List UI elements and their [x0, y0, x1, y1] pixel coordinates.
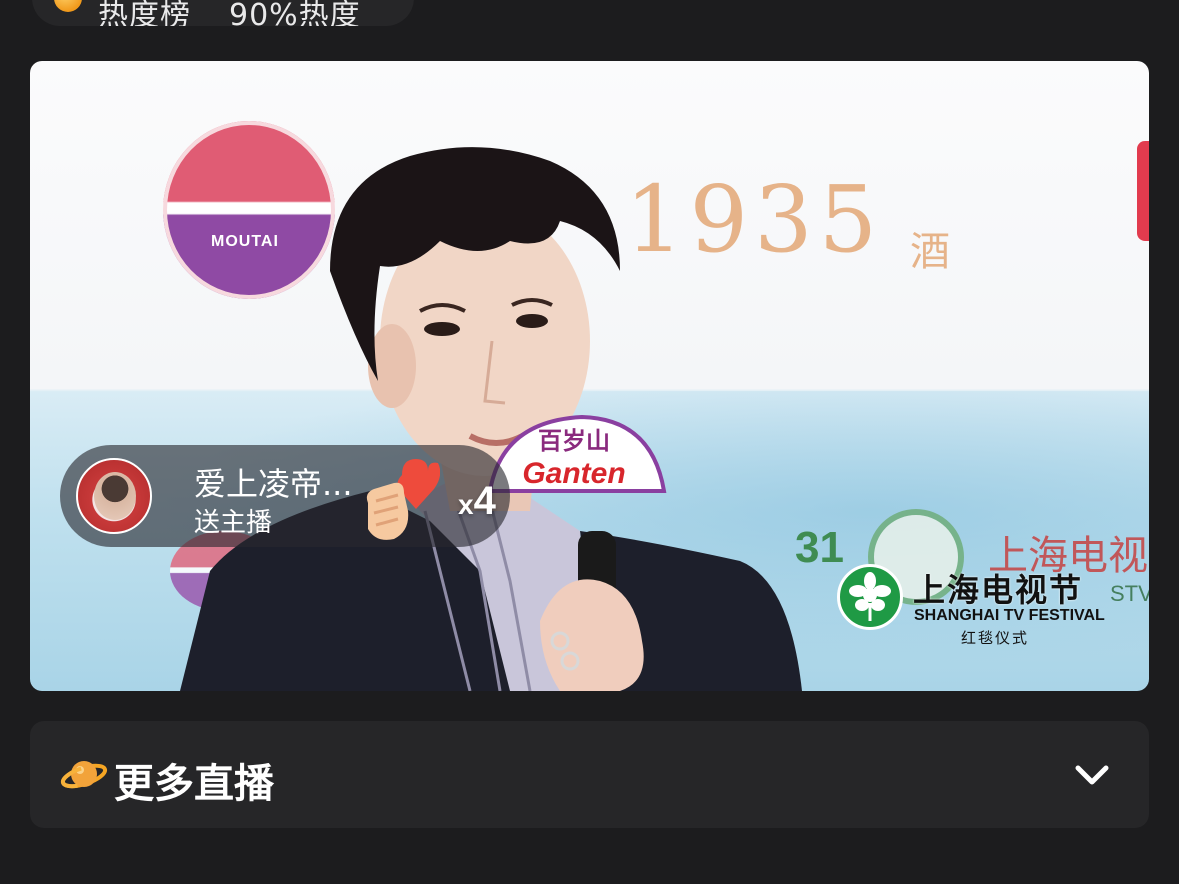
brand-suffix-text: 酒	[910, 229, 950, 275]
gift-action-text: 送主播	[194, 508, 273, 538]
planet-icon	[60, 761, 108, 789]
gift-count-value: 4	[473, 479, 496, 523]
live-video-player[interactable]: MOUTAI 1935 酒 31 上海电视 STVF SHANGHAI TV F…	[30, 61, 1149, 691]
avatar[interactable]	[76, 458, 152, 534]
chevron-down-icon[interactable]	[1070, 758, 1114, 790]
watermark-title-en: SHANGHAI TV FESTIVAL	[914, 607, 1105, 624]
hot-ranking-pill[interactable]: 热度榜 90%热度	[32, 0, 414, 26]
watermark-title-cn: 上海电视节	[913, 571, 1084, 609]
more-live-title: 更多直播	[114, 761, 274, 807]
mic-flag-ganten: 百岁山 Ganten	[487, 414, 667, 493]
gift-count: x4	[458, 479, 496, 524]
watermark-subtitle: 红毯仪式	[961, 629, 1030, 647]
presenter-figure	[180, 147, 802, 691]
mic-flag-line1: 百岁山	[538, 427, 610, 455]
live-stream-page: 热度榜 90%热度 MOUTAI 1935 酒 31 上海电视 STVF SHAN…	[0, 0, 1179, 884]
heart-finger-gesture-icon	[366, 459, 440, 540]
more-live-section[interactable]: 更多直播	[30, 721, 1149, 828]
mic-flag-line2: Ganten	[522, 457, 625, 490]
gift-sender-name: 爱上凌帝...	[194, 465, 353, 503]
flame-icon	[54, 0, 82, 12]
hot-ranking-label: 热度榜	[98, 0, 191, 26]
avatar-face	[94, 472, 136, 520]
gift-notification-banner: 爱上凌帝... 送主播	[60, 445, 510, 547]
shanghai-tv-festival-logo-icon	[837, 564, 903, 630]
backdrop-red-logo	[1137, 141, 1149, 241]
hot-ranking-value: 90%热度	[229, 0, 361, 26]
festival-backdrop-en: STVF SHANGHAI TV FE	[1110, 581, 1149, 606]
gift-count-prefix: x	[458, 489, 474, 520]
